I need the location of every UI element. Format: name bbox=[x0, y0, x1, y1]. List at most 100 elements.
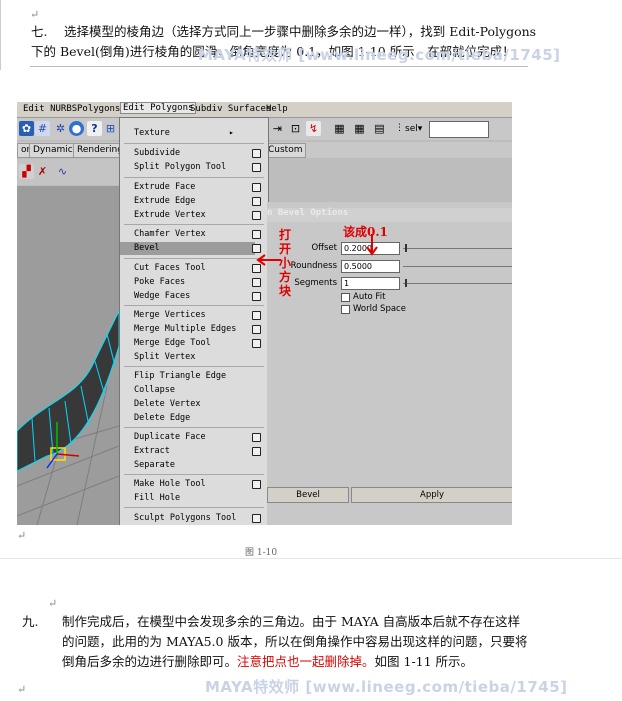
cube-tool-icon[interactable]: ▞ bbox=[19, 164, 34, 179]
option-box-icon[interactable] bbox=[252, 325, 261, 334]
menu-item-cut-faces-tool[interactable]: Cut Faces Tool bbox=[134, 263, 206, 273]
option-box-icon[interactable] bbox=[252, 514, 261, 523]
segments-label: Segments bbox=[294, 278, 337, 288]
sphere-icon[interactable]: ● bbox=[69, 121, 84, 136]
snap-icon[interactable]: ↯ bbox=[306, 121, 321, 136]
apply-button[interactable]: Apply bbox=[351, 487, 512, 503]
menu-item-merge-vertices[interactable]: Merge Vertices bbox=[134, 310, 206, 320]
option-box-icon[interactable] bbox=[252, 183, 261, 192]
option-box-icon[interactable] bbox=[252, 211, 261, 220]
option-box-icon[interactable] bbox=[252, 447, 261, 456]
option-box-icon[interactable] bbox=[252, 433, 261, 442]
option-box-icon[interactable] bbox=[252, 230, 261, 239]
menu-item-sculpt-polygons-tool[interactable]: Sculpt Polygons Tool bbox=[134, 513, 236, 523]
menu-edit-polygons[interactable]: Edit Polygons bbox=[119, 102, 197, 114]
step-9-line-3: 倒角后多余的边进行删除即可。注意把点也一起删除掉。如图 1-11 所示。 bbox=[62, 652, 473, 672]
menu-item-collapse[interactable]: Collapse bbox=[134, 385, 175, 395]
polygon-icon[interactable]: ✿ bbox=[19, 121, 34, 136]
option-box-icon[interactable] bbox=[252, 311, 261, 320]
offset-slider-handle[interactable] bbox=[405, 244, 407, 252]
bevel-options-panel: n Bevel Options Offset 0.2000 Roundness … bbox=[267, 202, 512, 525]
render-settings-icon[interactable]: ▤ bbox=[372, 121, 387, 136]
export-icon[interactable]: ⊡ bbox=[288, 121, 303, 136]
option-box-icon[interactable] bbox=[252, 292, 261, 301]
tab-custom[interactable]: Custom bbox=[264, 143, 307, 158]
page-edge bbox=[0, 0, 1, 70]
segments-slider-handle[interactable] bbox=[405, 279, 407, 287]
menu-item-texture[interactable]: Texture bbox=[134, 128, 170, 138]
option-box-icon[interactable] bbox=[252, 480, 261, 489]
edit-polygons-menu: Texture ▸ Subdivide Split Polygon Tool E… bbox=[119, 117, 269, 525]
star-icon[interactable]: ✲ bbox=[53, 121, 68, 136]
menu-separator bbox=[124, 427, 264, 428]
menu-item-split-vertex[interactable]: Split Vertex bbox=[134, 352, 195, 362]
grid-icon[interactable]: # bbox=[35, 121, 50, 136]
menu-item-bevel[interactable]: Bevel bbox=[120, 242, 255, 255]
step-9-highlight-note: 注意把点也一起删除掉。 bbox=[237, 654, 375, 669]
watermark: MAYA特效师 [www.lineeg.com/tieba/1745] bbox=[198, 46, 561, 64]
step-number-9: 九. bbox=[22, 614, 39, 629]
option-box-icon[interactable] bbox=[252, 149, 261, 158]
menu-item-extrude-edge[interactable]: Extrude Edge bbox=[134, 196, 195, 206]
offset-slider[interactable] bbox=[403, 248, 512, 249]
submenu-arrow-icon: ▸ bbox=[229, 128, 234, 137]
menu-separator bbox=[124, 143, 264, 144]
menu-item-extrude-face[interactable]: Extrude Face bbox=[134, 182, 195, 192]
menu-item-duplicate-face[interactable]: Duplicate Face bbox=[134, 432, 206, 442]
page-divider bbox=[30, 66, 528, 67]
menu-item-wedge-faces[interactable]: Wedge Faces bbox=[134, 291, 190, 301]
selection-input[interactable] bbox=[429, 121, 489, 138]
cut-tool-icon[interactable]: ✗ bbox=[35, 164, 50, 179]
menu-item-flip-triangle-edge[interactable]: Flip Triangle Edge bbox=[134, 371, 226, 381]
menu-item-merge-edge-tool[interactable]: Merge Edge Tool bbox=[134, 338, 211, 348]
option-box-icon[interactable] bbox=[252, 163, 261, 172]
menu-item-fill-hole[interactable]: Fill Hole bbox=[134, 493, 180, 503]
help-icon[interactable]: ? bbox=[87, 121, 102, 136]
model-wireframe bbox=[17, 310, 119, 525]
option-box-icon[interactable] bbox=[252, 278, 261, 287]
paragraph-mark: ↵ bbox=[48, 597, 58, 610]
menu-item-split-polygon-tool[interactable]: Split Polygon Tool bbox=[134, 162, 226, 172]
menu-item-chamfer-vertex[interactable]: Chamfer Vertex bbox=[134, 229, 206, 239]
menu-subdiv-surfaces[interactable]: Subdiv Surfaces bbox=[190, 104, 271, 114]
ipr-icon[interactable]: ▦ bbox=[352, 121, 367, 136]
auto-fit-checkbox[interactable] bbox=[341, 293, 350, 302]
curve-tool-icon[interactable]: ∿ bbox=[55, 164, 70, 179]
world-space-label: World Space bbox=[353, 304, 406, 314]
menu-item-delete-edge[interactable]: Delete Edge bbox=[134, 413, 190, 423]
menu-item-extrude-vertex[interactable]: Extrude Vertex bbox=[134, 210, 206, 220]
world-space-checkbox[interactable] bbox=[341, 305, 350, 314]
bevel-option-box-icon[interactable] bbox=[252, 244, 261, 253]
watermark-bottom: MAYA特效师 [www.lineeg.com/tieba/1745] bbox=[205, 678, 568, 696]
segments-slider[interactable] bbox=[403, 283, 512, 284]
menu-bar: Edit NURBS Polygons Edit Polygons Subdiv… bbox=[17, 102, 512, 118]
render-icon[interactable]: ▦ bbox=[332, 121, 347, 136]
menu-item-extract[interactable]: Extract bbox=[134, 446, 170, 456]
import-icon[interactable]: ⇥ bbox=[270, 121, 285, 136]
menu-item-poke-faces[interactable]: Poke Faces bbox=[134, 277, 185, 287]
roundness-field[interactable]: 0.5000 bbox=[341, 260, 400, 273]
menu-edit-nurbs[interactable]: Edit NURBS bbox=[23, 104, 77, 114]
menu-separator bbox=[124, 474, 264, 475]
bevel-button[interactable]: Bevel bbox=[267, 487, 349, 503]
option-box-icon[interactable] bbox=[252, 197, 261, 206]
menu-separator bbox=[124, 224, 264, 225]
menu-item-make-hole-tool[interactable]: Make Hole Tool bbox=[134, 479, 206, 489]
menu-separator bbox=[124, 507, 264, 508]
menu-polygons[interactable]: Polygons bbox=[77, 104, 120, 114]
menu-item-subdivide[interactable]: Subdivide bbox=[134, 148, 180, 158]
paragraph-mark: ↵ bbox=[17, 529, 27, 542]
selection-dropdown[interactable]: sel▾ bbox=[405, 124, 422, 134]
maya-screenshot: Edit NURBS Polygons Edit Polygons Subdiv… bbox=[17, 102, 512, 525]
step-9-figure-ref: 如图 1-11 所示。 bbox=[374, 654, 474, 669]
segments-field[interactable]: 1 bbox=[341, 277, 400, 290]
roundness-slider[interactable] bbox=[403, 266, 512, 267]
menu-item-merge-multiple-edges[interactable]: Merge Multiple Edges bbox=[134, 324, 236, 334]
3d-viewport[interactable] bbox=[17, 186, 119, 525]
option-box-icon[interactable] bbox=[252, 339, 261, 348]
transform-icon[interactable]: ⊞ bbox=[103, 121, 118, 136]
menu-item-delete-vertex[interactable]: Delete Vertex bbox=[134, 399, 201, 409]
menu-item-separate[interactable]: Separate bbox=[134, 460, 175, 470]
menu-separator bbox=[124, 258, 264, 259]
menu-help[interactable]: Help bbox=[266, 104, 288, 114]
